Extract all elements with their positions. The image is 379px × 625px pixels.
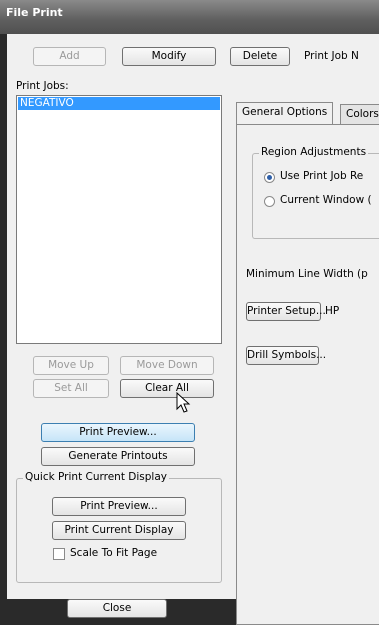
quick-print-preview-button[interactable]: Print Preview... [52, 497, 186, 516]
scale-to-fit-checkbox[interactable] [53, 548, 65, 560]
use-print-job-label: Use Print Job Re [280, 170, 364, 182]
quick-print-group-title: Quick Print Current Display [23, 471, 169, 483]
print-jobs-label: Print Jobs: [16, 80, 69, 92]
list-item[interactable]: NEGATIVO [18, 97, 220, 110]
clear-all-button[interactable]: Clear All [120, 379, 214, 398]
print-jobs-list[interactable]: NEGATIVO [16, 95, 222, 344]
current-window-label: Current Window ( [280, 194, 372, 206]
tab-general-options[interactable]: General Options [236, 102, 334, 124]
delete-button[interactable]: Delete [230, 47, 290, 66]
print-job-name-label: Print Job N [304, 50, 359, 62]
region-adjustments-title: Region Adjustments [259, 146, 369, 158]
move-up-button[interactable]: Move Up [33, 356, 109, 375]
tab-colors[interactable]: Colors [340, 104, 379, 124]
min-line-width-label: Minimum Line Width (p [246, 268, 368, 280]
scale-to-fit-label: Scale To Fit Page [70, 547, 158, 559]
printer-name-label: HP [325, 305, 340, 317]
mouse-cursor-icon [176, 392, 191, 413]
add-button[interactable]: Add [33, 47, 106, 66]
modify-button[interactable]: Modify [122, 47, 216, 66]
window-title: File Print [6, 6, 63, 19]
printer-setup-button[interactable]: Printer Setup... [246, 302, 326, 321]
current-window-radio[interactable] [264, 196, 275, 207]
set-all-button[interactable]: Set All [33, 379, 109, 398]
use-print-job-radio[interactable] [264, 172, 275, 183]
drill-symbols-button[interactable]: Drill Symbols... [246, 346, 326, 365]
move-down-button[interactable]: Move Down [120, 356, 214, 375]
print-preview-button[interactable]: Print Preview... [41, 423, 195, 442]
title-bar[interactable]: File Print [0, 0, 379, 34]
print-current-display-button[interactable]: Print Current Display [52, 521, 186, 540]
dialog-client: Add Modify Delete Print Job N Print Jobs… [7, 34, 379, 625]
close-button[interactable]: Close [67, 599, 167, 618]
generate-printouts-button[interactable]: Generate Printouts [41, 447, 195, 466]
